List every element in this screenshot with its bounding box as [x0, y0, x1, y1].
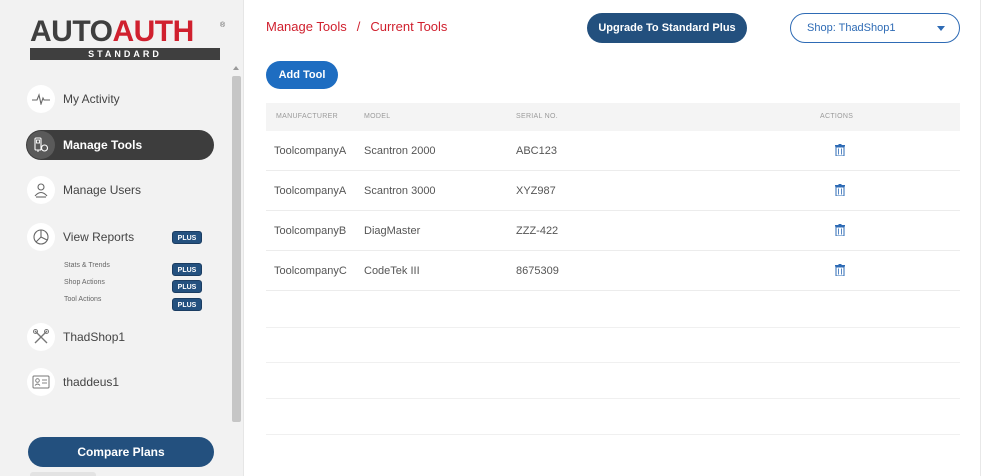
upgrade-button[interactable]: Upgrade To Standard Plus [587, 13, 747, 43]
cell-model: DiagMaster [364, 225, 421, 237]
column-header-manufacturer: MANUFACTURER [276, 113, 338, 120]
column-header-model: MODEL [364, 113, 391, 120]
breadcrumb: Manage Tools / Current Tools [266, 19, 447, 34]
breadcrumb-separator: / [356, 19, 361, 34]
logo-wordmark: AUTOAUTH [30, 16, 194, 48]
logo-plan-label: STANDARD [30, 48, 220, 60]
sidebar-subitem-shop-actions[interactable]: Shop Actions [64, 279, 105, 286]
table-header: MANUFACTURER MODEL SERIAL NO. ACTIONS [266, 103, 960, 131]
table-row: ToolcompanyB DiagMaster ZZZ-422 [266, 211, 960, 251]
sidebar-item-manage-tools[interactable]: Manage Tools [26, 130, 214, 160]
pie-chart-icon [27, 223, 55, 251]
logo-registered-mark: ® [220, 22, 226, 29]
shop-select-value: Shop: ThadShop1 [807, 22, 896, 34]
breadcrumb-current-tools: Current Tools [370, 19, 448, 34]
logo-auth: AUTH [112, 15, 194, 48]
cell-model: Scantron 3000 [364, 185, 436, 197]
cell-manufacturer: ToolcompanyA [274, 185, 347, 197]
sidebar-item-user-profile[interactable]: thaddeus1 [26, 367, 214, 397]
plus-badge: PLUS [172, 280, 202, 293]
column-header-actions: ACTIONS [820, 113, 854, 120]
page-right-border [980, 0, 981, 476]
sidebar-item-manage-users[interactable]: Manage Users [26, 175, 214, 205]
plus-badge: PLUS [172, 263, 202, 276]
empty-row-divider [266, 434, 960, 435]
wrench-screwdriver-icon [27, 323, 55, 351]
sidebar-item-my-activity[interactable]: My Activity [26, 84, 214, 114]
sidebar-item-label: View Reports [63, 230, 135, 244]
cell-serial: ABC123 [516, 145, 557, 157]
trash-icon[interactable] [835, 184, 845, 196]
compare-plans-button[interactable]: Compare Plans [28, 437, 214, 467]
sidebar-item-label: thaddeus1 [63, 375, 120, 389]
sidebar-item-label: Manage Users [63, 183, 142, 197]
scroll-up-arrow-icon[interactable] [233, 66, 239, 70]
trash-icon[interactable] [835, 224, 845, 236]
cell-serial: ZZZ-422 [516, 225, 559, 237]
cell-serial: XYZ987 [516, 185, 556, 197]
trash-icon[interactable] [835, 264, 845, 276]
empty-row-divider [266, 362, 960, 363]
plus-badge: PLUS [172, 231, 202, 244]
trash-icon[interactable] [835, 144, 845, 156]
add-tool-button[interactable]: Add Tool [266, 61, 338, 89]
chevron-down-icon [937, 26, 945, 31]
cell-manufacturer: ToolcompanyC [274, 265, 347, 277]
column-header-serial: SERIAL NO. [516, 113, 559, 120]
sidebar-subitem-tool-actions[interactable]: Tool Actions [64, 296, 101, 303]
sidebar-scrollbar-thumb[interactable] [232, 76, 241, 422]
breadcrumb-manage-tools[interactable]: Manage Tools [266, 19, 347, 34]
id-card-icon [27, 368, 55, 396]
sidebar-footer-tab [30, 472, 96, 476]
sidebar-item-label: ThadShop1 [63, 330, 126, 344]
empty-row-divider [266, 398, 960, 399]
table-row: ToolcompanyA Scantron 2000 ABC123 [266, 131, 960, 171]
sidebar-item-shop[interactable]: ThadShop1 [26, 322, 214, 352]
tools-icon [27, 131, 55, 159]
sidebar: AUTOAUTH ® STANDARD My Activity Manage T… [0, 0, 244, 476]
sidebar-item-label: Manage Tools [63, 138, 143, 152]
cell-manufacturer: ToolcompanyA [274, 145, 347, 157]
sidebar-subitem-stats-trends[interactable]: Stats & Trends [64, 262, 110, 269]
cell-model: CodeTek III [364, 265, 420, 277]
logo-auto: AUTO [30, 15, 113, 48]
table-row: ToolcompanyC CodeTek III 8675309 [266, 251, 960, 291]
table-row: ToolcompanyA Scantron 3000 XYZ987 [266, 171, 960, 211]
empty-row-divider [266, 327, 960, 328]
shop-select[interactable]: Shop: ThadShop1 [790, 13, 960, 43]
cell-manufacturer: ToolcompanyB [274, 225, 347, 237]
users-icon [27, 176, 55, 204]
cell-model: Scantron 2000 [364, 145, 436, 157]
activity-pulse-icon [27, 85, 55, 113]
autoauth-logo: AUTOAUTH ® STANDARD [30, 16, 226, 60]
sidebar-item-label: My Activity [63, 92, 120, 106]
cell-serial: 8675309 [516, 265, 559, 277]
plus-badge: PLUS [172, 298, 202, 311]
